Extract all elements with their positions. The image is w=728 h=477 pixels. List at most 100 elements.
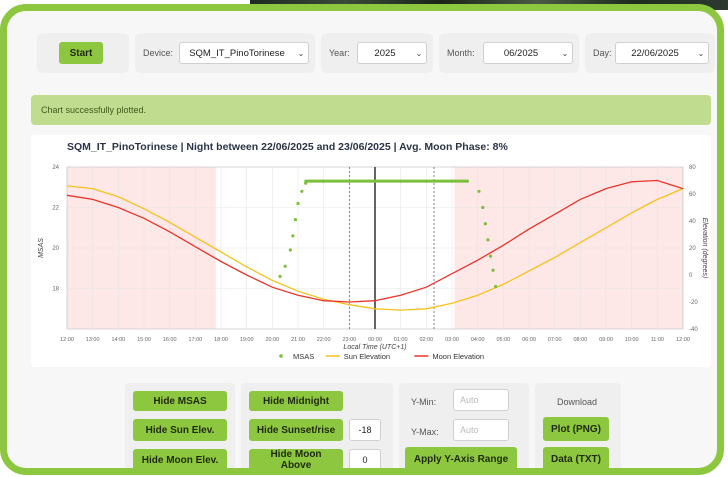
- apply-yaxis-button[interactable]: Apply Y-Axis Range: [405, 447, 517, 468]
- start-panel: Start: [37, 33, 129, 73]
- msas-point: [491, 268, 495, 272]
- year-label: Year:: [329, 48, 350, 58]
- hide-midnight-button[interactable]: Hide Midnight: [249, 391, 343, 411]
- msas-point: [291, 234, 295, 238]
- x-tick-label: 07:00: [548, 337, 562, 343]
- ymax-label: Y-Max:: [411, 427, 439, 437]
- ymin-label: Y-Min:: [411, 397, 437, 407]
- y2-tick-label: 40: [689, 219, 696, 225]
- day-select[interactable]: 22/06/2025 ⌄: [615, 42, 709, 64]
- msas-point: [477, 189, 481, 193]
- day-value: 22/06/2025: [631, 47, 679, 59]
- device-panel: Device: SQM_IT_PinoTorinese ⌄: [135, 33, 315, 73]
- hide-moon-above-button[interactable]: Hide Moon Above: [249, 449, 343, 468]
- plot-png-button[interactable]: Plot (PNG): [543, 417, 609, 441]
- msas-point: [304, 181, 308, 185]
- x-tick-label: 05:00: [496, 337, 510, 343]
- day-panel: Day: 22/06/2025 ⌄: [585, 33, 715, 73]
- msas-point: [283, 264, 287, 268]
- msas-legend-swatch: [279, 354, 283, 358]
- chevron-down-icon: ⌄: [561, 48, 569, 58]
- x-tick-label: 17:00: [188, 337, 202, 343]
- start-button[interactable]: Start: [59, 42, 103, 64]
- device-value: SQM_IT_PinoTorinese: [189, 47, 285, 59]
- y2-tick-label: 20: [689, 246, 696, 252]
- moon-above-input[interactable]: 0: [349, 449, 381, 468]
- x-axis-label: Local Time (UTC+1): [343, 344, 406, 351]
- y-tick-label: 20: [52, 246, 59, 252]
- y2-tick-label: 60: [689, 192, 696, 198]
- year-value: 2025: [374, 47, 396, 59]
- month-panel: Month: 06/2025 ⌄: [439, 33, 579, 73]
- x-tick-label: 18:00: [214, 337, 228, 343]
- x-tick-label: 09:00: [599, 337, 613, 343]
- y2-tick-label: 80: [689, 165, 696, 171]
- download-label: Download: [557, 397, 598, 407]
- y2-tick-label: -20: [689, 300, 698, 306]
- success-alert: Chart successfully plotted.: [31, 95, 711, 125]
- msas-point: [424, 179, 428, 183]
- year-panel: Year: 2025 ⌄: [321, 33, 433, 73]
- sun-elevation-legend-label: Sun Elevation: [344, 352, 390, 361]
- x-tick-label: 23:00: [342, 337, 356, 343]
- msas-point: [486, 238, 490, 242]
- month-label: Month:: [447, 48, 475, 58]
- moon-elevation-legend-label: Moon Elevation: [432, 352, 484, 361]
- hide-moon-button[interactable]: Hide Moon Elev.: [133, 449, 227, 468]
- x-tick-label: 11:00: [651, 337, 664, 343]
- app-frame: Start Device: SQM_IT_PinoTorinese ⌄ Year…: [0, 4, 724, 475]
- x-tick-label: 20:00: [265, 337, 279, 343]
- x-tick-label: 14:00: [111, 337, 125, 343]
- x-tick-label: 15:00: [137, 337, 151, 343]
- chevron-down-icon: ⌄: [297, 48, 305, 58]
- x-tick-label: 10:00: [625, 337, 639, 343]
- y2-axis-label: Elevation (degrees): [701, 218, 708, 279]
- x-tick-label: 16:00: [163, 337, 177, 343]
- y-axis-label: MSAS: [38, 238, 45, 258]
- day-label: Day:: [593, 48, 612, 58]
- month-select[interactable]: 06/2025 ⌄: [483, 42, 573, 64]
- x-tick-label: 03:00: [445, 337, 459, 343]
- hide-msas-button[interactable]: Hide MSAS: [133, 391, 227, 411]
- msas-point: [293, 218, 298, 222]
- month-value: 06/2025: [503, 47, 539, 59]
- msas-point: [288, 248, 292, 252]
- alert-text: Chart successfully plotted.: [41, 105, 147, 115]
- msas-point: [450, 179, 454, 183]
- msas-point: [278, 274, 282, 278]
- x-tick-label: 12:00: [676, 337, 690, 343]
- msas-point: [373, 179, 377, 183]
- chart-card: SQM_IT_PinoTorinese | Night between 22/0…: [31, 135, 711, 367]
- data-txt-button[interactable]: Data (TXT): [543, 447, 609, 468]
- hide-sun-button[interactable]: Hide Sun Elev.: [133, 419, 227, 441]
- x-tick-label: 21:00: [291, 337, 305, 343]
- msas-point: [399, 179, 403, 183]
- year-select[interactable]: 2025 ⌄: [357, 42, 427, 64]
- y2-tick-label: -40: [689, 327, 698, 333]
- x-tick-label: 13:00: [86, 337, 100, 343]
- y-tick-label: 24: [52, 165, 59, 171]
- x-tick-label: 00:00: [368, 337, 382, 343]
- x-tick-label: 04:00: [471, 337, 485, 343]
- device-select[interactable]: SQM_IT_PinoTorinese ⌄: [179, 42, 309, 64]
- device-label: Device:: [143, 48, 174, 58]
- x-tick-label: 06:00: [522, 337, 536, 343]
- y2-tick-label: 0: [689, 273, 693, 279]
- msas-point: [481, 205, 485, 210]
- ymin-input[interactable]: Auto: [453, 389, 509, 411]
- msas-point: [347, 179, 351, 183]
- x-tick-label: 02:00: [419, 337, 433, 343]
- sunset-threshold-input[interactable]: -18: [349, 419, 381, 441]
- x-tick-label: 12:00: [60, 337, 74, 343]
- msas-point: [300, 189, 304, 193]
- msas-legend-label: MSAS: [293, 352, 314, 361]
- ymax-input[interactable]: Auto: [453, 419, 509, 441]
- msas-point: [309, 179, 313, 183]
- y-tick-label: 22: [52, 206, 59, 212]
- hide-sunset-button[interactable]: Hide Sunset/rise: [249, 419, 343, 441]
- msas-point: [296, 201, 300, 206]
- chevron-down-icon: ⌄: [415, 48, 423, 58]
- x-tick-label: 22:00: [317, 337, 331, 343]
- msas-point: [494, 284, 498, 289]
- y-tick-label: 18: [52, 287, 59, 293]
